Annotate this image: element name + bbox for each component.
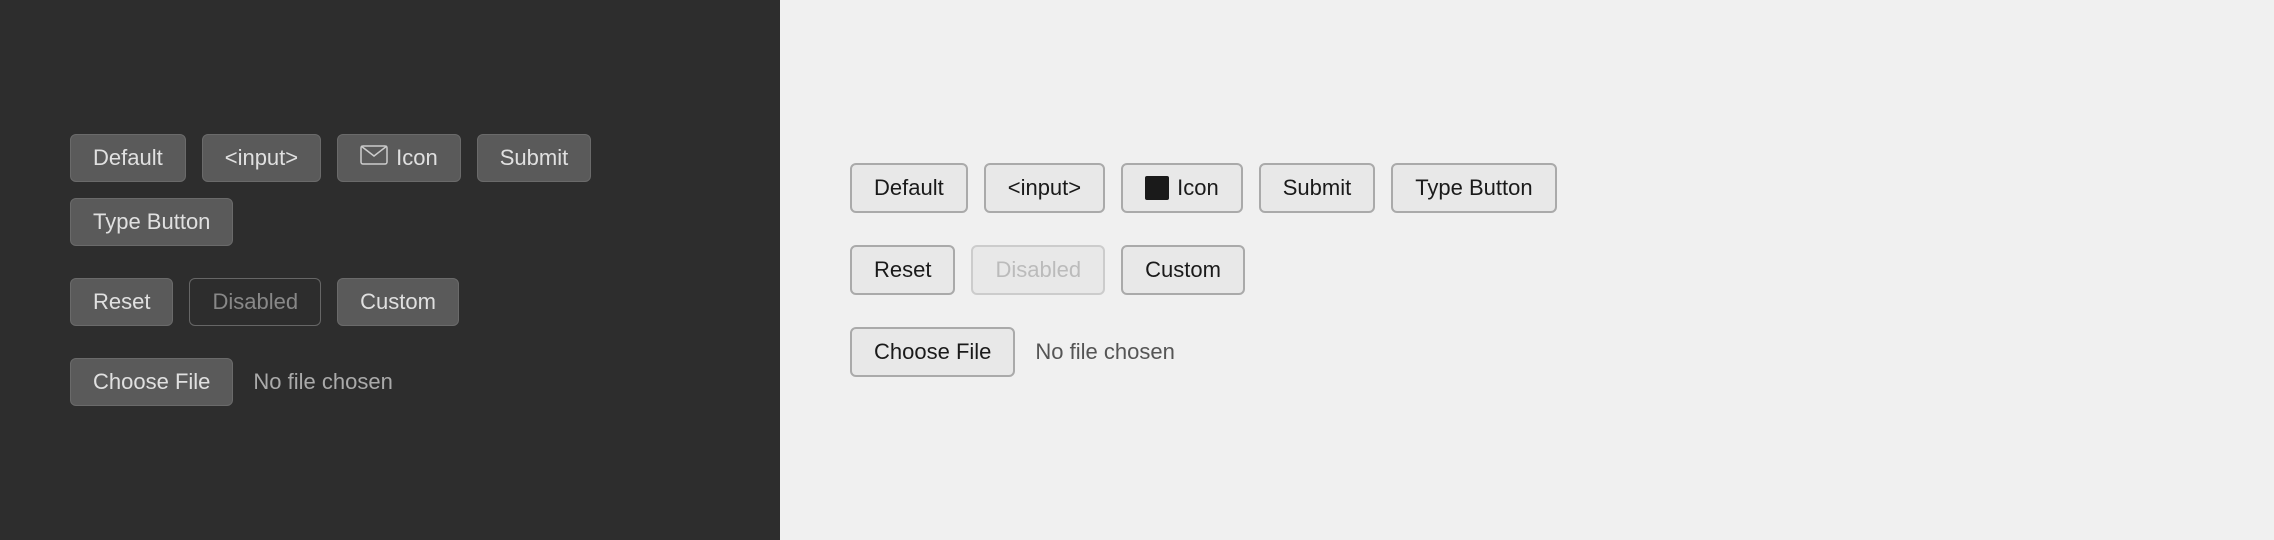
light-icon-button[interactable]: Icon (1121, 163, 1243, 213)
dark-choose-file-button[interactable]: Choose File (70, 358, 233, 406)
dark-row-3: Choose File No file chosen (70, 358, 710, 406)
light-type-button[interactable]: Type Button (1391, 163, 1556, 213)
light-input-button[interactable]: <input> (984, 163, 1105, 213)
dark-row-1: Default <input> Icon Submit Type Button (70, 134, 710, 246)
light-disabled-button: Disabled (971, 245, 1105, 295)
light-choose-file-button[interactable]: Choose File (850, 327, 1015, 377)
light-row-3: Choose File No file chosen (850, 327, 2204, 377)
light-row-2: Reset Disabled Custom (850, 245, 2204, 295)
light-icon-label: Icon (1177, 175, 1219, 201)
dark-reset-button[interactable]: Reset (70, 278, 173, 326)
dark-row-2: Reset Disabled Custom (70, 278, 710, 326)
light-row-1: Default <input> Icon Submit Type Button (850, 163, 2204, 213)
light-reset-button[interactable]: Reset (850, 245, 955, 295)
light-default-button[interactable]: Default (850, 163, 968, 213)
dark-icon-label: Icon (396, 145, 438, 171)
dark-submit-button[interactable]: Submit (477, 134, 591, 182)
dark-default-button[interactable]: Default (70, 134, 186, 182)
dark-input-button[interactable]: <input> (202, 134, 321, 182)
mail-icon (360, 145, 388, 171)
light-submit-button[interactable]: Submit (1259, 163, 1375, 213)
dark-type-button[interactable]: Type Button (70, 198, 233, 246)
light-custom-button[interactable]: Custom (1121, 245, 1245, 295)
dark-icon-button[interactable]: Icon (337, 134, 461, 182)
dark-no-file-text: No file chosen (253, 369, 392, 395)
dark-disabled-button: Disabled (189, 278, 321, 326)
light-panel: Default <input> Icon Submit Type Button … (780, 0, 2274, 540)
dark-panel: Default <input> Icon Submit Type Button … (0, 0, 780, 540)
dark-custom-button[interactable]: Custom (337, 278, 459, 326)
light-no-file-text: No file chosen (1035, 339, 1174, 365)
light-icon-square (1145, 176, 1169, 200)
